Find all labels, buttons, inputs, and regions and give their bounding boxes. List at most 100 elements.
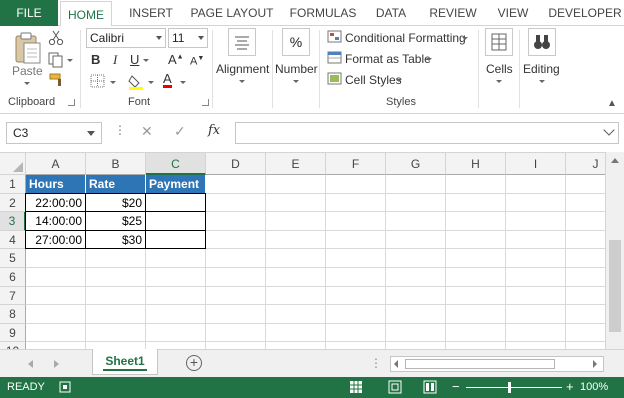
- cell-h7[interactable]: [446, 286, 506, 306]
- cell-g6[interactable]: [386, 268, 446, 287]
- horizontal-scrollbar[interactable]: [390, 356, 604, 372]
- formula-input[interactable]: [235, 122, 619, 144]
- cell-i8[interactable]: [506, 305, 566, 324]
- number-format-button[interactable]: %: [282, 28, 310, 56]
- cell-f4[interactable]: [326, 230, 386, 250]
- copy-icon[interactable]: [48, 52, 64, 68]
- cell-e9[interactable]: [266, 323, 326, 343]
- increase-font-button[interactable]: A▲: [168, 52, 184, 67]
- zoom-slider-thumb[interactable]: [508, 382, 511, 393]
- tab-home[interactable]: HOME: [60, 1, 112, 27]
- cell-b7[interactable]: [86, 286, 146, 306]
- cell-e2[interactable]: [266, 193, 326, 213]
- alignment-dropdown-icon[interactable]: [239, 80, 245, 83]
- enter-icon[interactable]: ✓: [174, 123, 186, 140]
- macro-record-icon[interactable]: [58, 380, 72, 394]
- cell-g2[interactable]: [386, 193, 446, 213]
- cell-c1[interactable]: Payment: [146, 175, 206, 194]
- font-color-dropdown-icon[interactable]: [180, 81, 186, 84]
- cell-styles-button[interactable]: Cell Styles: [345, 73, 402, 87]
- scroll-left-icon[interactable]: [394, 360, 398, 368]
- cell-a8[interactable]: [26, 305, 86, 324]
- row-header-4[interactable]: 4: [0, 230, 26, 250]
- cell-d8[interactable]: [206, 305, 266, 324]
- tab-data[interactable]: DATA: [368, 0, 414, 26]
- worksheet-grid[interactable]: A B C D E F G H I J 1 Hours Rate Payment 2 22:00:00 $20 3…: [0, 152, 624, 349]
- font-name-select[interactable]: Calibri: [86, 28, 166, 48]
- cell-i10[interactable]: [506, 342, 566, 349]
- cell-d2[interactable]: [206, 193, 266, 213]
- fill-color-icon[interactable]: [128, 72, 146, 90]
- next-sheet-icon[interactable]: [54, 360, 59, 368]
- tab-developer[interactable]: DEVELOPER: [546, 0, 624, 26]
- cell-b3[interactable]: $25: [86, 212, 146, 231]
- column-header-e[interactable]: E: [266, 153, 326, 175]
- font-color-button[interactable]: A: [163, 72, 172, 88]
- cell-e8[interactable]: [266, 305, 326, 324]
- cell-d4[interactable]: [206, 230, 266, 250]
- cell-h3[interactable]: [446, 212, 506, 231]
- zoom-level[interactable]: 100%: [580, 381, 608, 393]
- cell-g7[interactable]: [386, 286, 446, 306]
- cell-b8[interactable]: [86, 305, 146, 324]
- cell-g5[interactable]: [386, 249, 446, 268]
- normal-view-icon[interactable]: [349, 380, 363, 394]
- decrease-font-button[interactable]: A▼: [190, 55, 204, 68]
- editing-dropdown-icon[interactable]: [539, 80, 545, 83]
- cell-c7[interactable]: [146, 286, 206, 306]
- cell-h5[interactable]: [446, 249, 506, 268]
- column-header-f[interactable]: F: [326, 153, 386, 175]
- number-dropdown-icon[interactable]: [293, 80, 299, 83]
- cell-a3[interactable]: 14:00:00: [26, 212, 86, 231]
- cell-d9[interactable]: [206, 323, 266, 343]
- cell-d6[interactable]: [206, 268, 266, 287]
- cell-a9[interactable]: [26, 323, 86, 343]
- tab-page-layout[interactable]: PAGE LAYOUT: [188, 0, 276, 26]
- cell-b1[interactable]: Rate: [86, 175, 146, 194]
- cell-g4[interactable]: [386, 230, 446, 250]
- italic-button[interactable]: I: [113, 52, 117, 68]
- row-header-5[interactable]: 5: [0, 249, 26, 268]
- cell-g3[interactable]: [386, 212, 446, 231]
- cell-e4[interactable]: [266, 230, 326, 250]
- cell-d1[interactable]: [206, 175, 266, 194]
- cell-i5[interactable]: [506, 249, 566, 268]
- tab-view[interactable]: VIEW: [492, 0, 534, 26]
- cell-h8[interactable]: [446, 305, 506, 324]
- collapse-ribbon-icon[interactable]: ▲: [607, 98, 617, 109]
- cell-a5[interactable]: [26, 249, 86, 268]
- cell-c4[interactable]: [146, 230, 206, 250]
- cell-b2[interactable]: $20: [86, 193, 146, 213]
- cell-g9[interactable]: [386, 323, 446, 343]
- zoom-out-button[interactable]: −: [452, 379, 460, 394]
- cell-c3[interactable]: [146, 212, 206, 231]
- cell-i3[interactable]: [506, 212, 566, 231]
- paste-dropdown-icon[interactable]: [24, 82, 30, 85]
- underline-dropdown-icon[interactable]: [143, 59, 149, 62]
- cell-f9[interactable]: [326, 323, 386, 343]
- cell-styles-dropdown-icon[interactable]: [396, 79, 402, 82]
- cell-d5[interactable]: [206, 249, 266, 268]
- cells-button[interactable]: [485, 28, 513, 56]
- horizontal-scroll-thumb[interactable]: [405, 359, 555, 369]
- sheet-tab-sheet1[interactable]: Sheet1: [92, 349, 158, 375]
- cell-g10[interactable]: [386, 342, 446, 349]
- column-header-d[interactable]: D: [206, 153, 266, 175]
- cell-a4[interactable]: 27:00:00: [26, 230, 86, 250]
- cell-c2[interactable]: [146, 193, 206, 213]
- cell-g8[interactable]: [386, 305, 446, 324]
- cell-f3[interactable]: [326, 212, 386, 231]
- cells-dropdown-icon[interactable]: [496, 80, 502, 83]
- row-header-7[interactable]: 7: [0, 286, 26, 306]
- cell-h1[interactable]: [446, 175, 506, 194]
- editing-button[interactable]: [528, 28, 556, 56]
- cell-e6[interactable]: [266, 268, 326, 287]
- cell-e1[interactable]: [266, 175, 326, 194]
- tab-insert[interactable]: INSERT: [123, 0, 179, 26]
- clipboard-launcher-icon[interactable]: [68, 99, 75, 106]
- borders-dropdown-icon[interactable]: [110, 81, 116, 84]
- borders-icon[interactable]: [90, 74, 106, 88]
- column-header-a[interactable]: A: [26, 153, 86, 175]
- cell-f10[interactable]: [326, 342, 386, 349]
- cell-a7[interactable]: [26, 286, 86, 306]
